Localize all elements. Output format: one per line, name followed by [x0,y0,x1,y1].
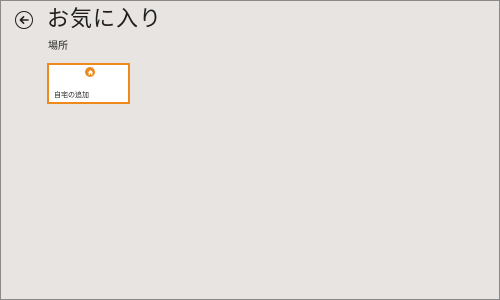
back-button[interactable] [15,11,33,29]
add-home-tile[interactable]: 自宅の追加 [47,63,130,104]
home-icon [85,67,95,77]
back-arrow-icon [19,16,29,24]
section-label-places: 場所 [48,41,68,52]
app-window: お気に入り 場所 自宅の追加 [0,0,500,300]
page-title: お気に入り [47,7,163,32]
add-home-label: 自宅の追加 [54,91,89,99]
